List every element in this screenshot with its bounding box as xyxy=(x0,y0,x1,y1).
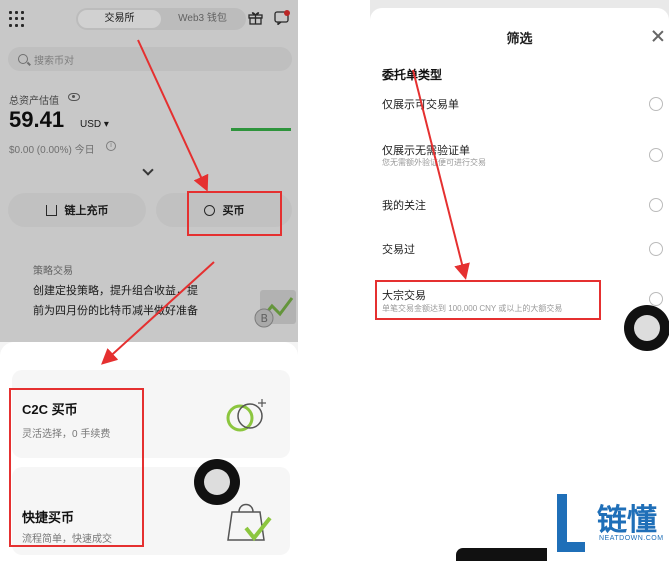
highlight-block-trade xyxy=(375,280,601,320)
radio-tradable-only[interactable] xyxy=(649,97,663,111)
watermark-title: 链懂 xyxy=(597,504,657,537)
svg-text:B: B xyxy=(261,312,269,325)
highlight-buy-options xyxy=(9,388,144,547)
strategy-text-line2[interactable]: 前为四月份的比特币减半做好准备 xyxy=(33,302,198,318)
info-icon[interactable]: i xyxy=(106,141,116,151)
order-type-title: 委托单类型 xyxy=(382,68,443,82)
today-change: $0.00 (0.00%) 今日 xyxy=(9,145,95,156)
total-assets-label: 总资产估值 xyxy=(9,96,59,107)
currency-selector[interactable]: USD ▾ xyxy=(80,119,109,130)
chevron-down-icon[interactable] xyxy=(142,164,154,176)
modal-title: 筛选 xyxy=(506,31,533,46)
chat-icon[interactable] xyxy=(274,10,290,25)
bottom-bar xyxy=(456,548,556,561)
sparkline xyxy=(231,128,291,131)
radio-following[interactable] xyxy=(649,198,663,212)
option-tradable-only[interactable]: 仅展示可交易单 xyxy=(382,96,459,112)
option-no-verification[interactable]: 仅展示无需验证单 xyxy=(382,142,470,158)
watermark-subtitle: NEATDOWN.COM xyxy=(599,535,664,542)
watermark-l-icon xyxy=(557,494,585,552)
deposit-label: 链上充币 xyxy=(64,205,109,217)
balance-value: 59.41 xyxy=(9,107,65,132)
search-icon xyxy=(18,54,28,64)
touch-cursor xyxy=(194,459,240,505)
search-placeholder: 搜索币对 xyxy=(34,55,74,67)
radio-traded[interactable] xyxy=(649,242,663,256)
radio-block-trade[interactable] xyxy=(649,292,663,306)
eye-icon[interactable] xyxy=(68,93,80,101)
download-icon xyxy=(45,204,57,216)
tab-exchange[interactable]: 交易所 xyxy=(78,10,161,28)
close-icon[interactable] xyxy=(652,30,664,42)
option-following[interactable]: 我的关注 xyxy=(382,197,426,213)
highlight-buy-button xyxy=(187,191,282,236)
radio-no-verification[interactable] xyxy=(649,148,663,162)
shopping-bag-icon xyxy=(227,503,272,542)
deposit-button[interactable]: 链上充币 xyxy=(8,193,146,227)
grid-menu-icon[interactable] xyxy=(9,11,25,27)
option-no-verification-desc: 您无需额外验证便可进行交易 xyxy=(382,158,486,167)
bitcoin-coin-icon: B xyxy=(254,290,296,328)
strategy-text-line1[interactable]: 创建定投策略，提升组合收益，提 xyxy=(33,282,198,298)
tab-web3-wallet[interactable]: Web3 钱包 xyxy=(161,10,244,28)
strategy-label: 策略交易 xyxy=(33,266,73,277)
touch-cursor-right xyxy=(624,305,669,351)
gift-icon[interactable] xyxy=(248,11,263,25)
mode-switch[interactable]: 交易所 Web3 钱包 xyxy=(76,8,246,30)
option-traded[interactable]: 交易过 xyxy=(382,241,415,257)
c2c-rings-icon xyxy=(226,399,266,432)
watermark-logo: 链懂 NEATDOWN.COM xyxy=(547,491,669,561)
search-input[interactable]: 搜索币对 xyxy=(8,47,292,71)
